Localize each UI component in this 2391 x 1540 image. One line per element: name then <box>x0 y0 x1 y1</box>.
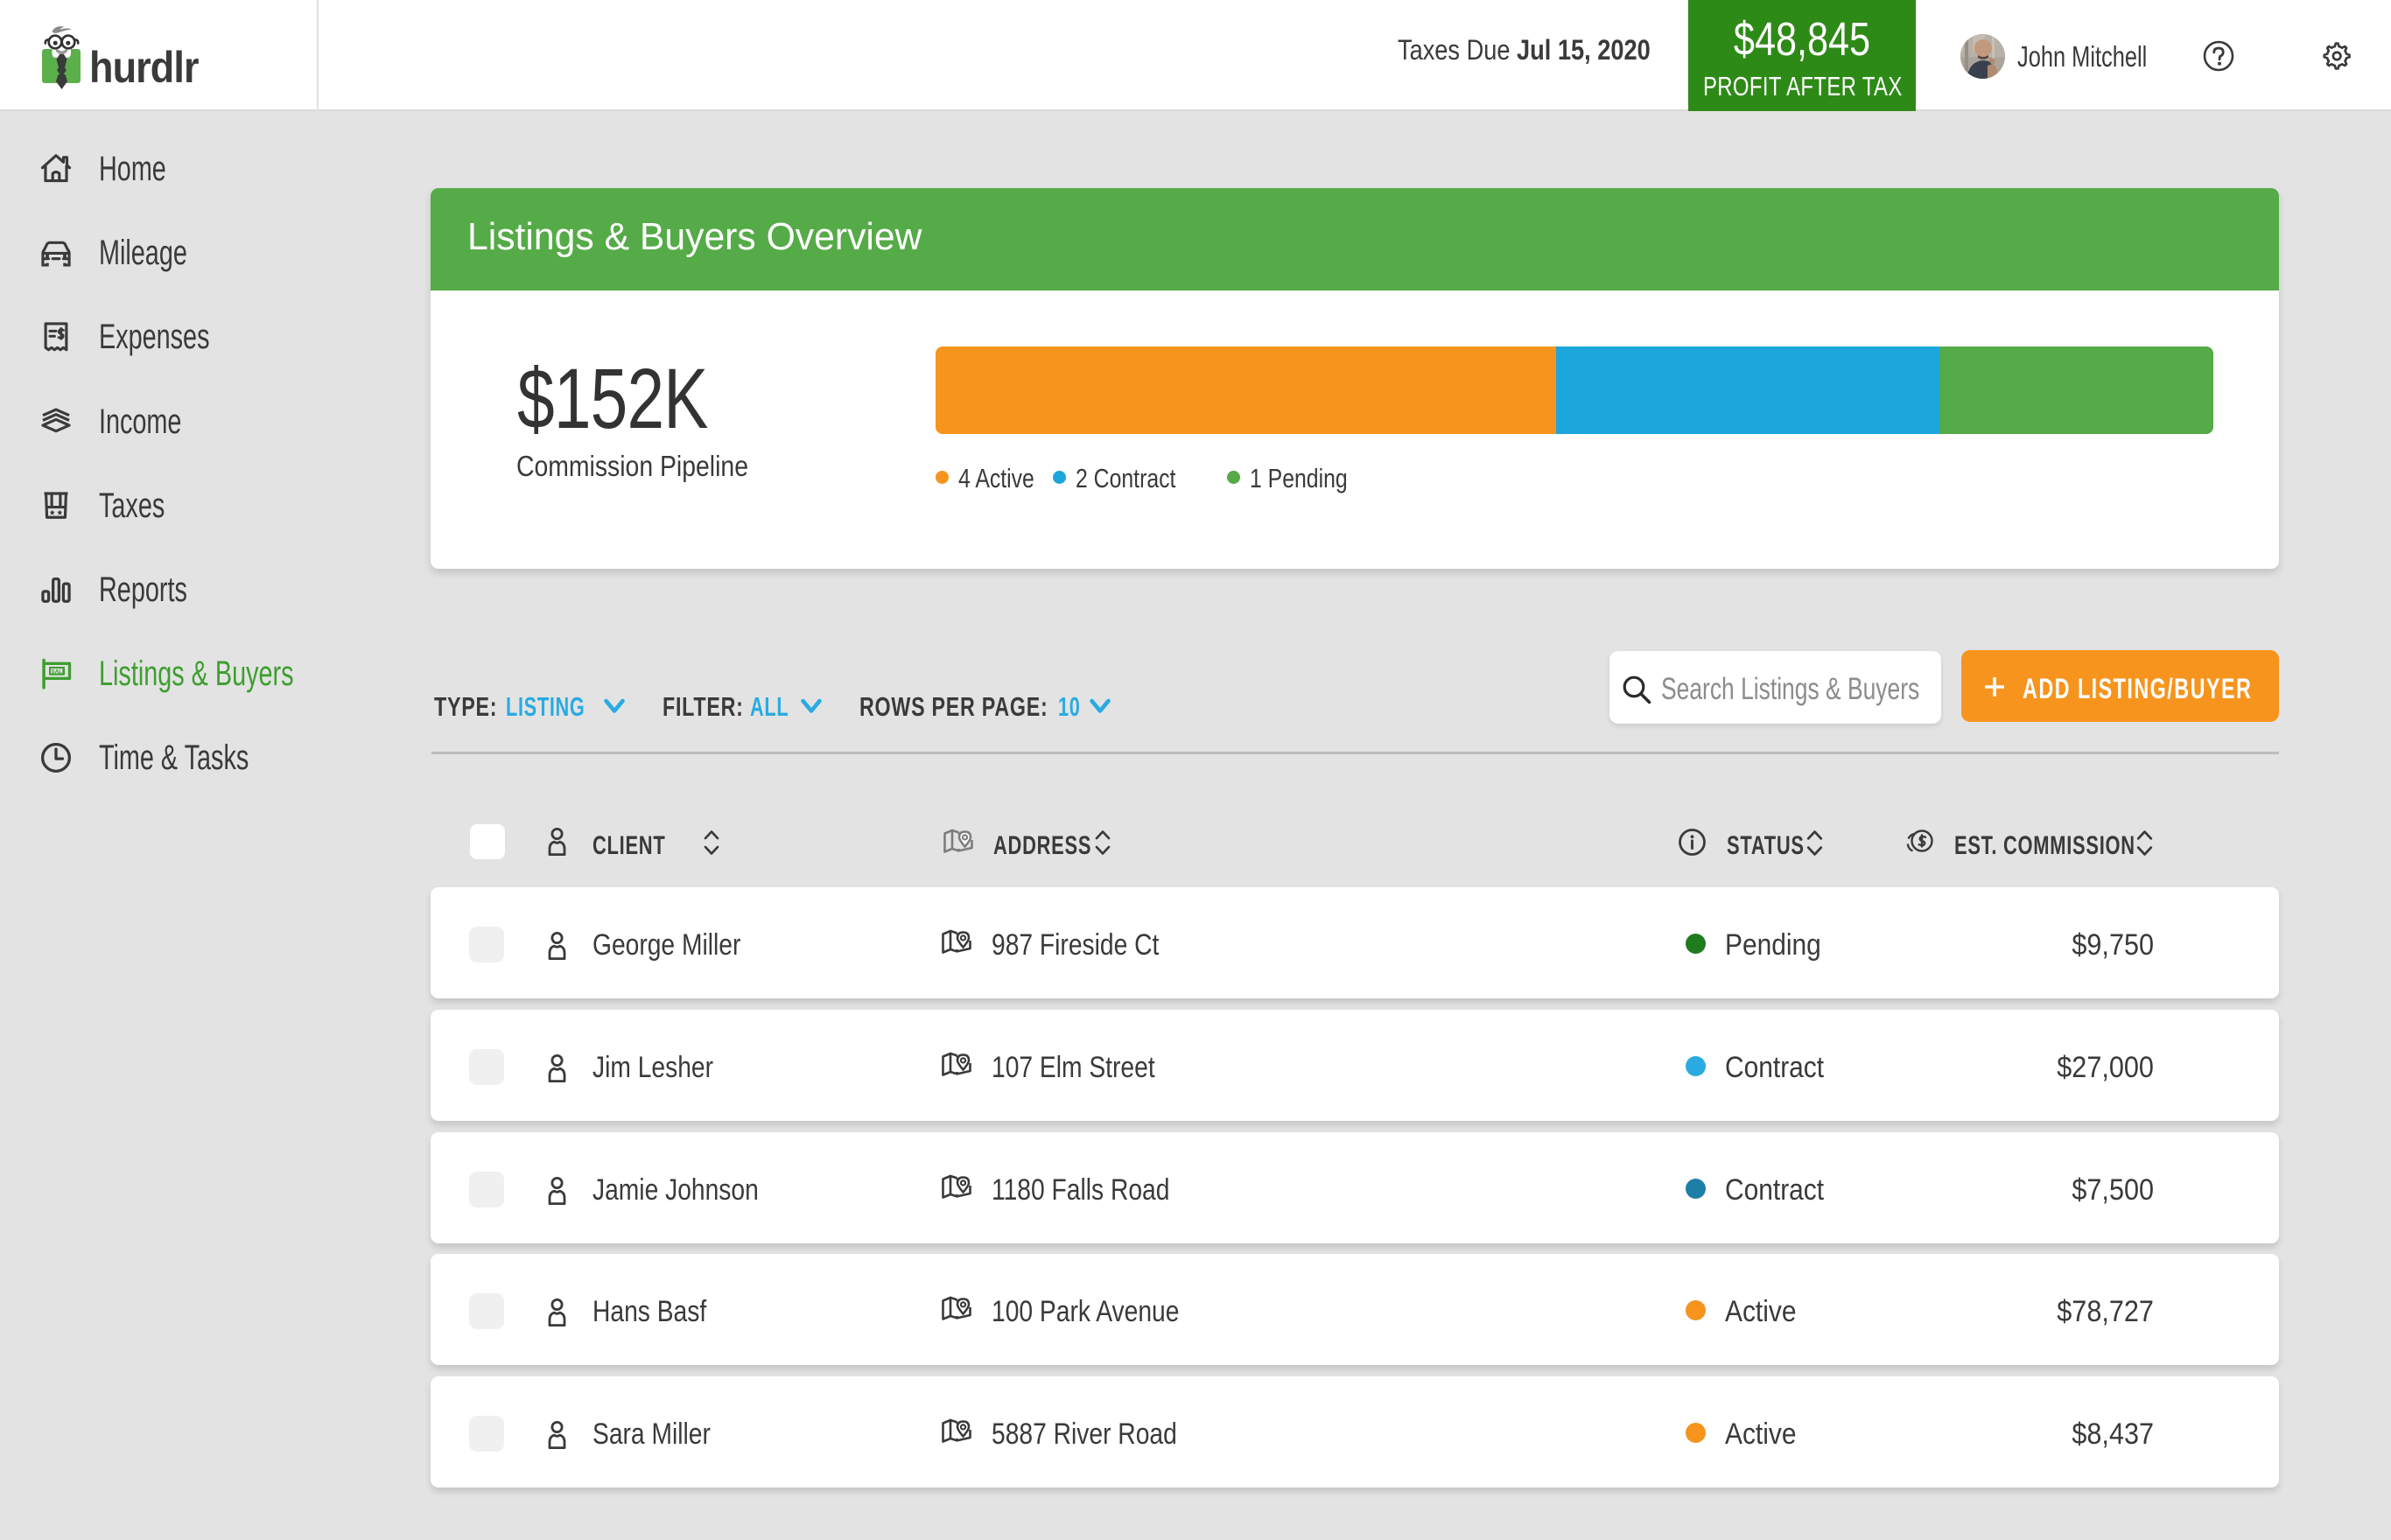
svg-text:SALE: SALE <box>52 668 66 675</box>
